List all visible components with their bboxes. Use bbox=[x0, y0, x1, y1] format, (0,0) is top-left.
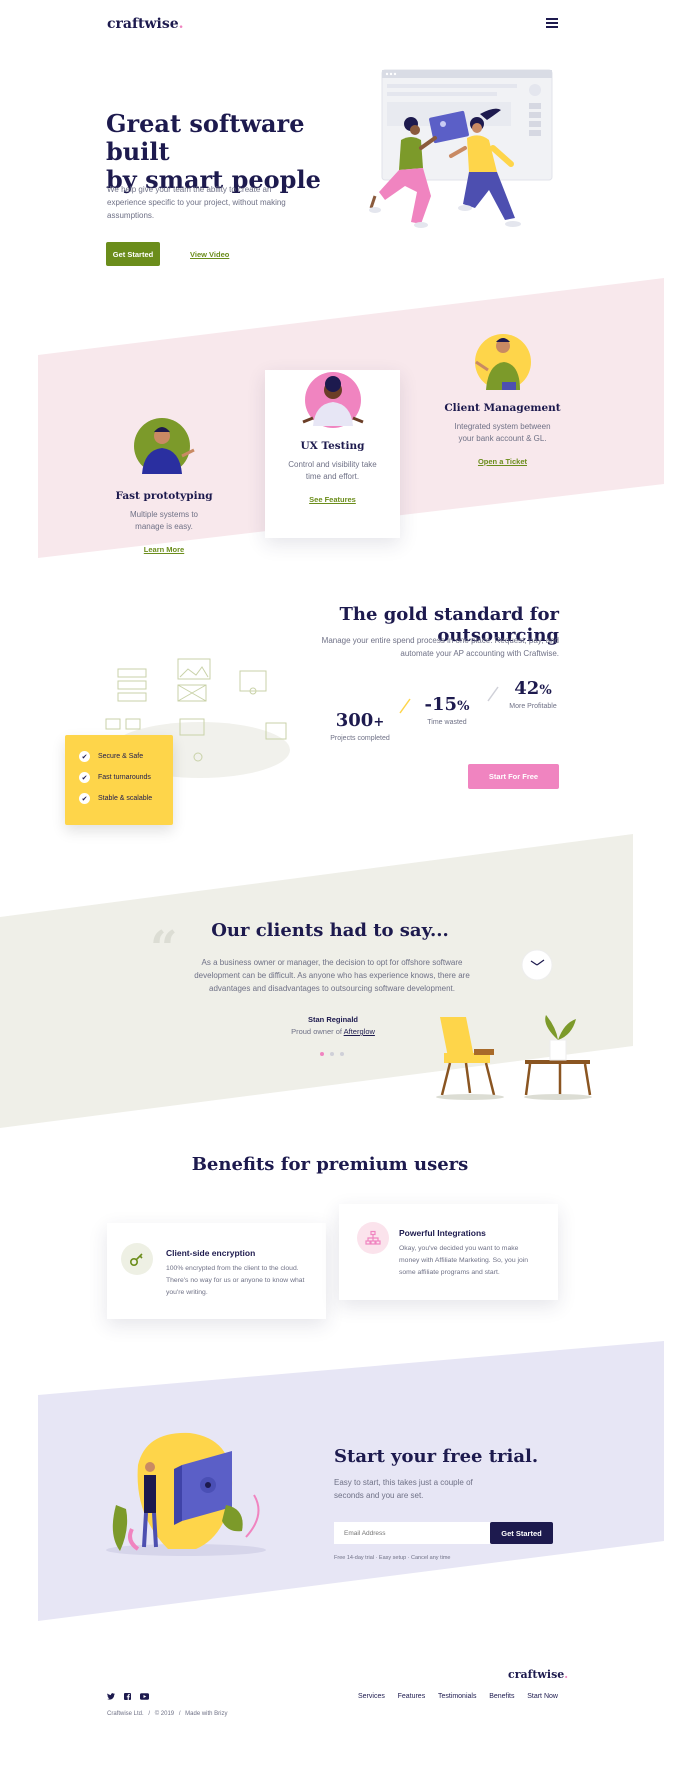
made-with-brizy-link[interactable]: Made with Brizy bbox=[185, 1711, 227, 1717]
checklist-item: ✔ Fast turnarounds bbox=[79, 772, 173, 783]
feature-title: UX Testing bbox=[300, 440, 365, 452]
feature-title: Client Management bbox=[444, 402, 561, 414]
brand-dot: . bbox=[178, 16, 184, 32]
feature-title: Fast prototyping bbox=[115, 490, 213, 502]
benefit-card-integrations: Powerful Integrations Okay, you've decid… bbox=[339, 1204, 558, 1300]
carousel-dot-active[interactable] bbox=[320, 1052, 324, 1056]
testimonial-title: Our clients had to say... bbox=[211, 920, 449, 941]
facebook-icon[interactable] bbox=[124, 1693, 131, 1700]
open-ticket-link[interactable]: Open a Ticket bbox=[478, 457, 527, 466]
brand-logo[interactable]: craftwise. bbox=[107, 16, 184, 32]
get-started-button[interactable]: Get Started bbox=[106, 242, 160, 266]
benefit-card-encryption: Client-side encryption 100% encrypted fr… bbox=[107, 1223, 326, 1319]
hero-title: Great software built by smart people bbox=[106, 110, 376, 194]
trial-description: Easy to start, this takes just a couple … bbox=[334, 1478, 473, 1500]
key-icon bbox=[121, 1243, 153, 1275]
testimonial-role: Proud owner of Afterglow bbox=[291, 1027, 375, 1036]
check-icon: ✔ bbox=[79, 751, 90, 762]
view-video-link[interactable]: View Video bbox=[190, 250, 229, 259]
trial-get-started-button[interactable]: Get Started bbox=[490, 1522, 553, 1544]
checklist-item: ✔ Secure & Safe bbox=[79, 751, 173, 762]
quote-mark-icon: “ bbox=[150, 921, 178, 977]
social-links bbox=[107, 1693, 149, 1700]
hamburger-menu-icon[interactable] bbox=[546, 18, 558, 28]
feature-text: Multiple systems to manage is easy. bbox=[129, 510, 199, 531]
stat-more-profitable: 42% More Profitable bbox=[509, 678, 557, 710]
tester-avatar-illustration bbox=[302, 372, 364, 428]
see-features-link[interactable]: See Features bbox=[309, 495, 356, 504]
afterglow-link[interactable]: Afterglow bbox=[344, 1027, 375, 1036]
hero-title-line1: Great software built bbox=[106, 109, 305, 166]
manager-avatar-illustration bbox=[475, 334, 531, 390]
living-room-illustration bbox=[436, 949, 592, 1100]
footer-link-testimonials[interactable]: Testimonials bbox=[438, 1693, 477, 1700]
footer-link-benefits[interactable]: Benefits bbox=[489, 1693, 514, 1700]
benefits-title: Benefits for premium users bbox=[191, 1154, 469, 1175]
feature-text: Control and visibility take time and eff… bbox=[288, 460, 377, 481]
learn-more-link[interactable]: Learn More bbox=[144, 545, 184, 554]
divider-slash bbox=[399, 698, 411, 714]
carousel-dot[interactable] bbox=[340, 1052, 344, 1056]
email-input[interactable] bbox=[334, 1522, 494, 1544]
carousel-dots bbox=[320, 1052, 344, 1056]
check-icon: ✔ bbox=[79, 793, 90, 804]
network-icon bbox=[357, 1222, 389, 1254]
checklist-item: ✔ Stable & scalable bbox=[79, 793, 173, 804]
twitter-icon[interactable] bbox=[107, 1693, 115, 1700]
developer-avatar-illustration bbox=[134, 418, 195, 474]
benefit-title: Powerful Integrations bbox=[399, 1228, 486, 1238]
check-icon: ✔ bbox=[79, 772, 90, 783]
benefit-title: Client-side encryption bbox=[166, 1248, 256, 1258]
feature-card-ux-testing: UX Testing Control and visibility take t… bbox=[265, 370, 400, 538]
feature-text: Integrated system between your bank acco… bbox=[454, 422, 551, 443]
benefit-text: 100% encrypted from the client to the cl… bbox=[166, 1265, 305, 1296]
footer-link-services[interactable]: Services bbox=[358, 1693, 385, 1700]
feature-fast-prototyping: Fast prototyping Multiple systems to man… bbox=[104, 410, 224, 557]
trial-note: Free 14-day trial · Easy setup · Cancel … bbox=[334, 1555, 451, 1561]
stat-projects: 300+ Projects completed bbox=[330, 710, 390, 742]
testimonial-author: Stan Reginald bbox=[307, 1015, 358, 1024]
brand-name: craftwise bbox=[107, 16, 179, 32]
footer-link-features[interactable]: Features bbox=[398, 1693, 426, 1700]
carousel-dot[interactable] bbox=[330, 1052, 334, 1056]
trial-title: Start your free trial. bbox=[334, 1446, 539, 1467]
divider-slash bbox=[487, 686, 499, 702]
gold-section-description: Manage your entire spend process in one … bbox=[321, 636, 559, 658]
footer-link-start-now[interactable]: Start Now bbox=[527, 1693, 558, 1700]
youtube-icon[interactable] bbox=[140, 1693, 149, 1700]
feature-client-management: Client Management Integrated system betw… bbox=[440, 322, 565, 469]
start-for-free-button[interactable]: Start For Free bbox=[468, 764, 559, 789]
footer-copyright: Craftwise Ltd. / © 2019 / Made with Briz… bbox=[107, 1711, 228, 1717]
checklist-card: ✔ Secure & Safe ✔ Fast turnarounds ✔ Sta… bbox=[65, 735, 173, 825]
benefit-text: Okay, you've decided you want to make mo… bbox=[399, 1245, 529, 1276]
footer-nav: Services Features Testimonials Benefits … bbox=[358, 1693, 558, 1700]
stat-time-wasted: -15% Time wasted bbox=[424, 694, 470, 726]
hero-illustration bbox=[369, 69, 553, 228]
hero-description: We help give your team the ability to cr… bbox=[107, 185, 286, 220]
trial-illustration bbox=[106, 1432, 266, 1556]
footer-brand-logo[interactable]: craftwise. bbox=[508, 1668, 568, 1681]
